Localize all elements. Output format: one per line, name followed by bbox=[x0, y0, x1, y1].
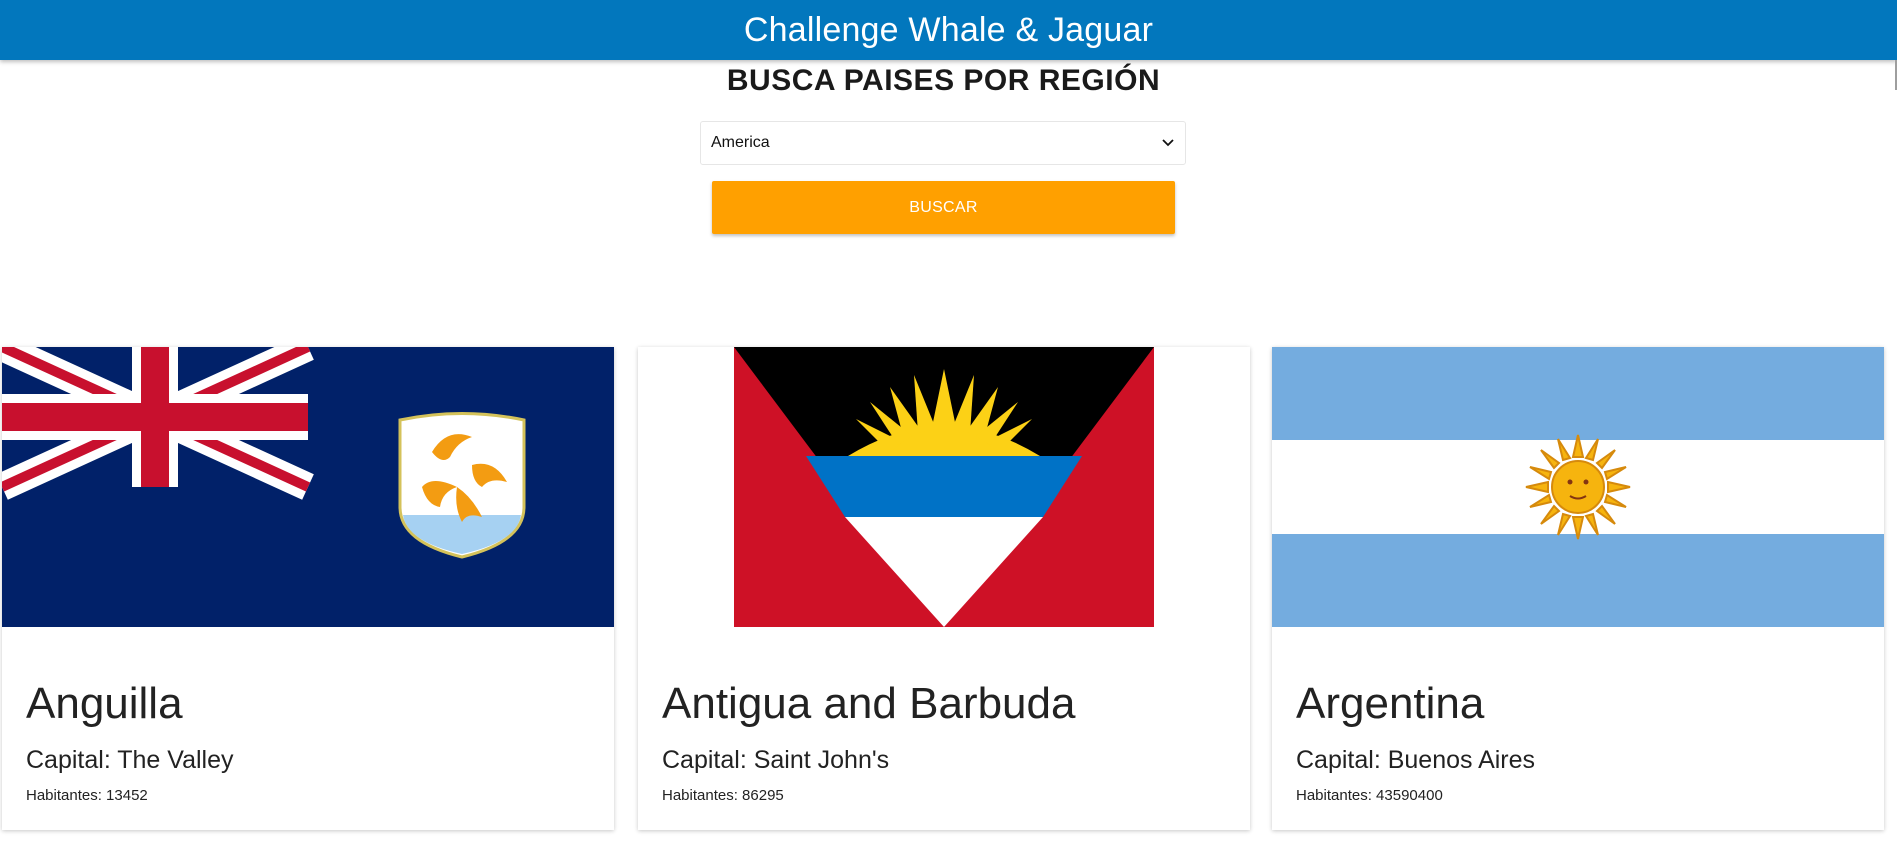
app-title: Challenge Whale & Jaguar bbox=[743, 10, 1154, 49]
country-name: Antigua and Barbuda bbox=[662, 679, 1076, 728]
country-capital: Capital: The Valley bbox=[26, 746, 234, 774]
app-header: Challenge Whale & Jaguar bbox=[0, 0, 1897, 60]
search-heading: BUSCA PAISES POR REGIÓN bbox=[726, 64, 1161, 97]
country-population: Habitantes: 43590400 bbox=[1296, 787, 1443, 804]
anguilla-flag-icon bbox=[2, 347, 614, 627]
country-name: Argentina bbox=[1296, 679, 1485, 728]
country-capital: Capital: Saint John's bbox=[662, 746, 890, 774]
antigua-and-barbuda-flag-icon bbox=[638, 347, 1250, 627]
country-card[interactable]: Argentina Capital: Buenos Aires Habitant… bbox=[1272, 347, 1884, 830]
country-card[interactable]: Anguilla Capital: The Valley Habitantes:… bbox=[2, 347, 614, 830]
region-select[interactable]: America bbox=[700, 121, 1186, 165]
country-card[interactable]: Antigua and Barbuda Capital: Saint John'… bbox=[638, 347, 1250, 830]
country-population: Habitantes: 13452 bbox=[26, 787, 148, 804]
region-select-value: America bbox=[711, 134, 770, 151]
country-capital: Capital: Buenos Aires bbox=[1296, 746, 1536, 774]
search-button[interactable]: BUSCAR bbox=[712, 181, 1175, 234]
chevron-down-icon bbox=[1161, 136, 1175, 150]
country-population: Habitantes: 86295 bbox=[662, 787, 784, 804]
country-name: Anguilla bbox=[26, 679, 183, 728]
argentina-flag-icon bbox=[1272, 347, 1884, 627]
